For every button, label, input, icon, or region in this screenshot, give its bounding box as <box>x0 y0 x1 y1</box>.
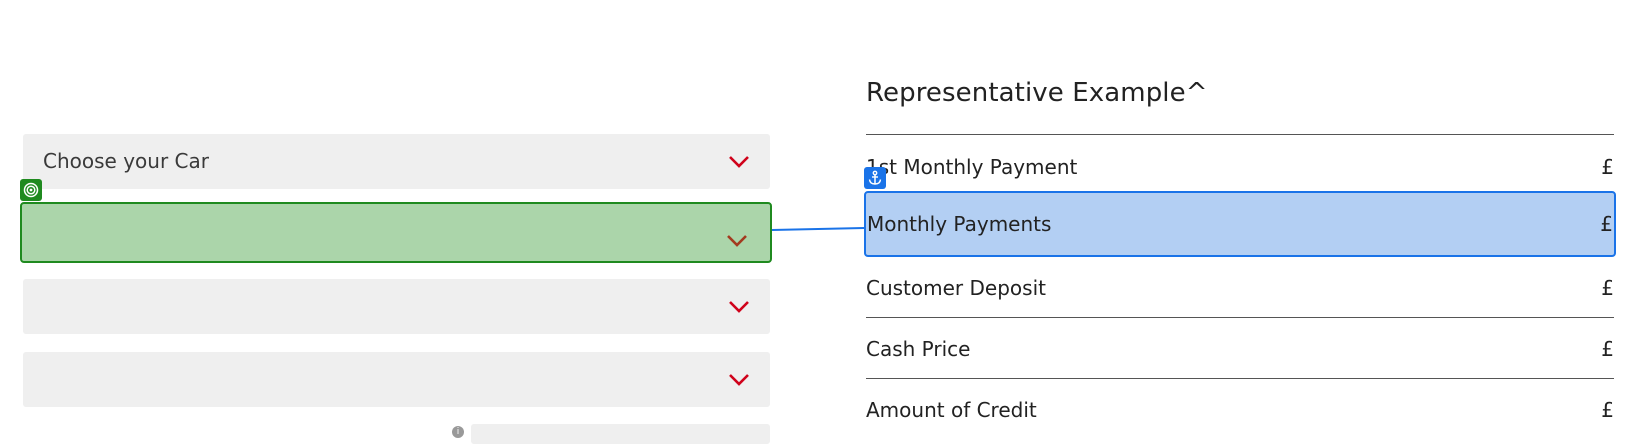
info-icon-glyph: i <box>456 427 460 437</box>
row-label: Monthly Payments <box>867 212 1052 236</box>
car-select-label: Choose your Car <box>43 149 209 173</box>
info-icon[interactable]: i <box>452 426 464 438</box>
row-label: Cash Price <box>866 337 971 361</box>
page-title: Representative Example^ <box>866 78 1208 108</box>
term-select[interactable] <box>23 352 770 407</box>
divider <box>866 134 1614 135</box>
divider <box>866 378 1614 379</box>
car-select[interactable]: Choose your Car <box>23 134 770 189</box>
variant-select[interactable] <box>23 279 770 334</box>
row-label: 1st Monthly Payment <box>866 155 1078 179</box>
anchor-icon <box>864 167 886 189</box>
row-monthly-payments: Monthly Payments £ <box>864 191 1616 257</box>
row-label: Amount of Credit <box>866 398 1037 422</box>
row-label: Customer Deposit <box>866 276 1046 300</box>
chevron-down-icon <box>726 212 748 269</box>
row-value: £ <box>1600 212 1613 236</box>
target-icon <box>20 179 42 201</box>
row-first-monthly-payment: 1st Monthly Payment £ <box>866 137 1614 197</box>
chevron-down-icon <box>728 134 750 189</box>
chevron-down-icon <box>728 279 750 334</box>
row-amount-of-credit: Amount of Credit £ <box>866 380 1614 440</box>
deposit-input[interactable] <box>471 424 770 444</box>
connector-line <box>772 227 864 231</box>
divider <box>866 317 1614 318</box>
chevron-down-icon <box>728 352 750 407</box>
row-value: £ <box>1601 155 1614 179</box>
row-customer-deposit: Customer Deposit £ <box>866 258 1614 318</box>
model-select[interactable] <box>20 202 772 263</box>
row-value: £ <box>1601 337 1614 361</box>
row-value: £ <box>1601 398 1614 422</box>
row-value: £ <box>1601 276 1614 300</box>
row-cash-price: Cash Price £ <box>866 319 1614 379</box>
